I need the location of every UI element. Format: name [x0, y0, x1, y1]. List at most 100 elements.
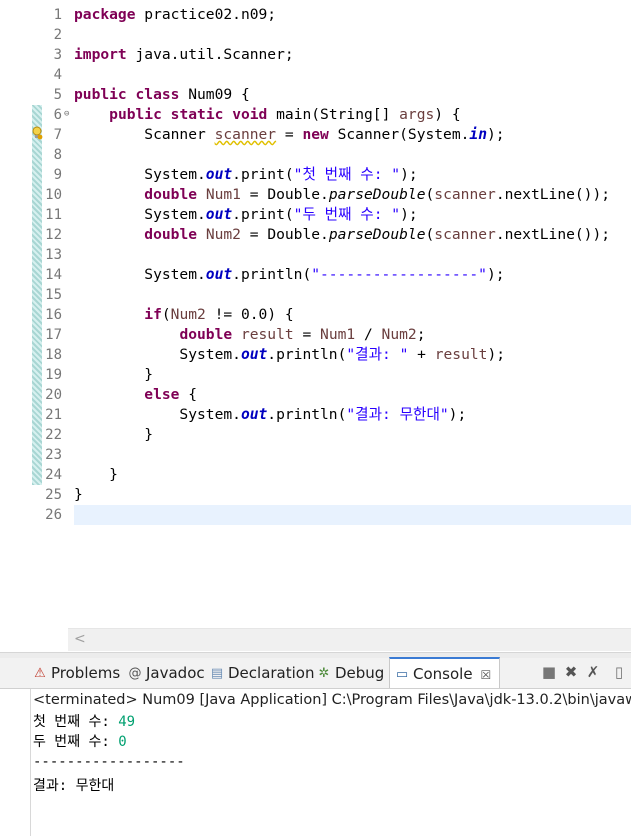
code-line[interactable]: 23: [0, 445, 631, 465]
code-line[interactable]: 10 double Num1 = Double.parseDouble(scan…: [0, 185, 631, 205]
code-text[interactable]: double result = Num1 / Num2;: [74, 325, 425, 345]
code-token: void: [232, 106, 268, 123]
scroll-lock-icon[interactable]: ▯: [611, 664, 627, 680]
code-token: Num2: [170, 306, 206, 323]
code-line[interactable]: 17 double result = Num1 / Num2;: [0, 325, 631, 345]
warning-lightbulb-icon[interactable]: [31, 126, 43, 140]
tab-console[interactable]: ▭ Console ☒: [389, 657, 501, 688]
code-token: "결과: 무한대": [346, 406, 449, 423]
console-output[interactable]: 첫 번째 수: 49 두 번째 수: 0 ------------------ …: [0, 712, 631, 836]
code-text[interactable]: System.out.println("결과: " + result);: [74, 345, 505, 365]
console-prompt: 첫 번째 수:: [33, 714, 119, 730]
code-token: {: [179, 386, 198, 403]
code-line[interactable]: 20 else {: [0, 385, 631, 405]
close-icon[interactable]: ☒: [481, 668, 492, 682]
code-line[interactable]: 6 public static void main(String[] args)…: [0, 105, 631, 125]
code-text[interactable]: public static void main(String[] args) {: [74, 105, 461, 125]
code-text[interactable]: import java.util.Scanner;: [74, 45, 294, 65]
code-token: Num09 {: [179, 86, 250, 103]
code-text[interactable]: Scanner scanner = new Scanner(System.in)…: [74, 125, 504, 145]
code-line[interactable]: 19 }: [0, 365, 631, 385]
code-token: in: [469, 126, 487, 143]
code-text[interactable]: if(Num2 != 0.0) {: [74, 305, 293, 325]
line-number: 12: [45, 227, 62, 243]
code-line[interactable]: 4: [0, 65, 631, 85]
tab-declaration[interactable]: ▤ Declaration: [209, 658, 315, 688]
console-line: 결과: 무한대: [33, 776, 114, 796]
console-user-input: 0: [118, 734, 127, 750]
code-token: .nextLine());: [495, 226, 611, 243]
code-line[interactable]: 21 System.out.println("결과: 무한대");: [0, 405, 631, 425]
code-token: ) {: [434, 106, 461, 123]
console-user-input: 49: [118, 714, 136, 730]
code-text[interactable]: System.out.print("첫 번째 수: ");: [74, 165, 417, 185]
console-text: ------------------: [33, 754, 185, 770]
code-line[interactable]: 2: [0, 25, 631, 45]
code-token: .println(: [267, 406, 347, 423]
console-line: ------------------: [33, 752, 185, 772]
code-line[interactable]: 25}: [0, 485, 631, 505]
code-text[interactable]: package practice02.n09;: [74, 5, 276, 25]
code-token: .println(: [232, 266, 312, 283]
code-token: );: [448, 406, 467, 423]
code-editor[interactable]: 1 package practice02.n09; 2 3 import java.ut…: [0, 0, 631, 652]
fold-collapse-icon[interactable]: ⊖: [64, 110, 72, 119]
remove-launch-icon[interactable]: ✖: [563, 664, 579, 680]
terminate-icon[interactable]: ■: [541, 664, 557, 680]
tab-label: Console: [413, 665, 473, 683]
code-token: import: [74, 46, 127, 63]
code-line[interactable]: 13: [0, 245, 631, 265]
scroll-left-arrow[interactable]: <: [74, 631, 86, 647]
code-token: System.: [74, 206, 206, 223]
code-line[interactable]: 8: [0, 145, 631, 165]
code-line[interactable]: 14 System.out.println("-----------------…: [0, 265, 631, 285]
code-line[interactable]: 24 }: [0, 465, 631, 485]
code-line[interactable]: 16 if(Num2 != 0.0) {: [0, 305, 631, 325]
tab-debug[interactable]: ✲ Debug: [316, 658, 385, 688]
remove-all-terminated-icon[interactable]: ✗: [585, 664, 601, 680]
tab-problems[interactable]: ⚠ Problems: [32, 658, 120, 688]
code-token: );: [487, 346, 506, 363]
code-token: main(String[]: [267, 106, 400, 123]
code-text[interactable]: }: [74, 465, 118, 485]
code-token: scanner: [434, 186, 496, 203]
code-token: out: [240, 346, 268, 363]
line-number: 5: [53, 87, 62, 103]
code-line[interactable]: 1 package practice02.n09;: [0, 5, 631, 25]
code-text[interactable]: System.out.println("------------------")…: [74, 265, 504, 285]
code-line[interactable]: 9 System.out.print("첫 번째 수: ");: [0, 165, 631, 185]
code-line[interactable]: 5 public class Num09 {: [0, 85, 631, 105]
horizontal-scrollbar[interactable]: <: [68, 628, 631, 651]
code-text[interactable]: System.out.print("두 번째 수: ");: [74, 205, 417, 225]
code-line[interactable]: 12 double Num2 = Double.parseDouble(scan…: [0, 225, 631, 245]
code-token: System.: [74, 346, 241, 363]
code-token: "------------------": [311, 266, 487, 283]
code-line[interactable]: 26: [0, 505, 631, 525]
line-number: 23: [45, 447, 62, 463]
code-text[interactable]: }: [74, 365, 153, 385]
code-line[interactable]: 7 Scanner scanner = new Scanner(System.i…: [0, 125, 631, 145]
tab-javadoc[interactable]: @ Javadoc: [127, 658, 205, 688]
line-number: 14: [45, 267, 62, 283]
code-token: out: [205, 166, 233, 183]
code-text[interactable]: }: [74, 425, 153, 445]
code-text[interactable]: System.out.println("결과: 무한대");: [74, 405, 466, 425]
code-token: public: [109, 106, 162, 123]
code-text[interactable]: }: [74, 485, 83, 505]
code-text[interactable]: double Num1 = Double.parseDouble(scanner…: [74, 185, 610, 205]
code-line[interactable]: 15: [0, 285, 631, 305]
code-text[interactable]: double Num2 = Double.parseDouble(scanner…: [74, 225, 610, 245]
code-token: Scanner: [74, 126, 215, 143]
code-token: .println(: [267, 346, 347, 363]
code-token: .nextLine());: [495, 186, 611, 203]
code-line[interactable]: 18 System.out.println("결과: " + result);: [0, 345, 631, 365]
code-line[interactable]: 3 import java.util.Scanner;: [0, 45, 631, 65]
code-text[interactable]: public class Num09 {: [74, 85, 250, 105]
code-line[interactable]: 11 System.out.print("두 번째 수: ");: [0, 205, 631, 225]
code-line[interactable]: 22 }: [0, 425, 631, 445]
code-text[interactable]: else {: [74, 385, 197, 405]
